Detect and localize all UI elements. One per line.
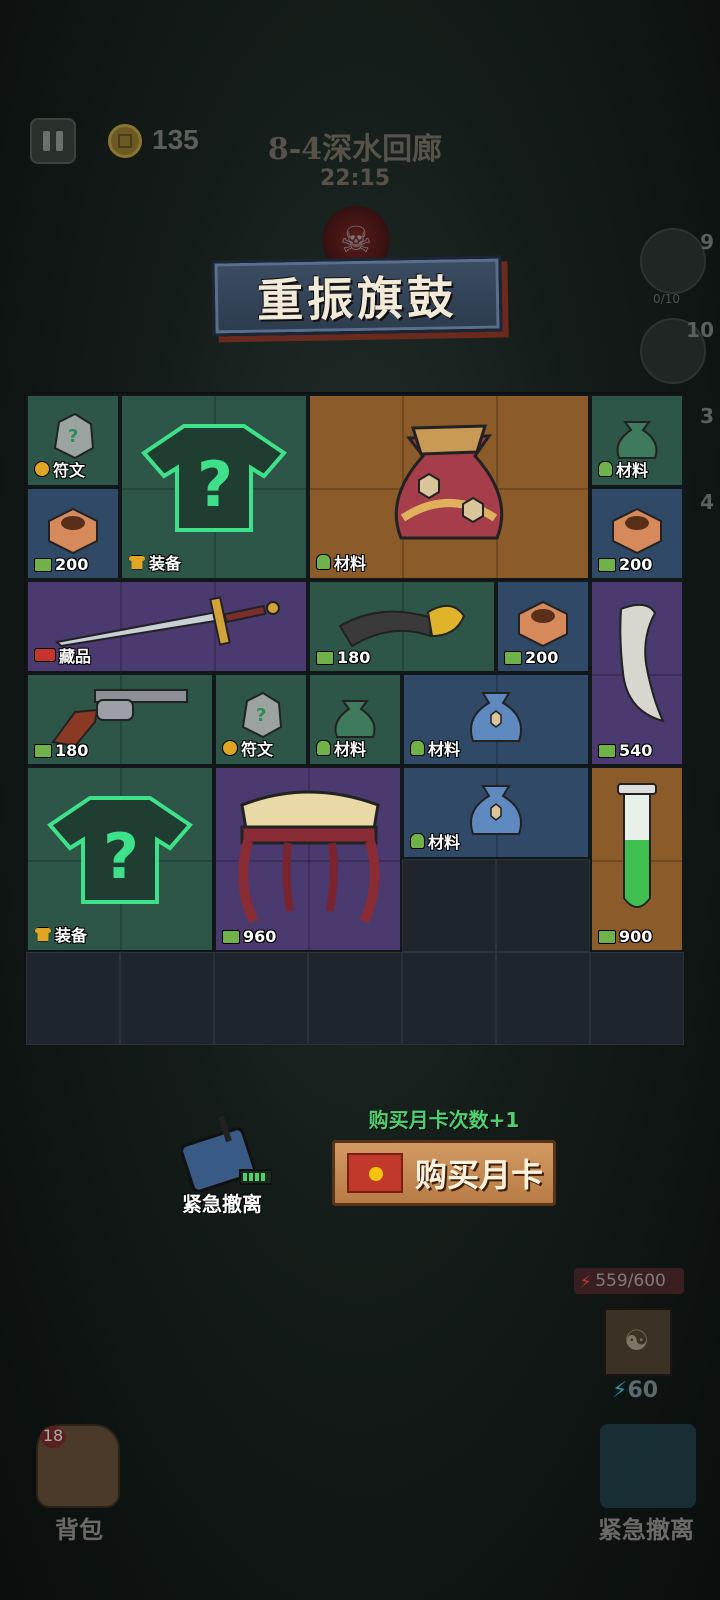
title-banner: 重振旗鼓 [211, 255, 503, 337]
coin-count: 135 [152, 124, 199, 155]
empty-cell[interactable] [496, 859, 590, 952]
cash-icon [598, 557, 616, 572]
empty-cell[interactable] [402, 859, 496, 952]
treasure-bag-icon [394, 424, 504, 540]
item-mystery-shirt-1[interactable]: ? 装备 [120, 394, 308, 580]
rune-stone-icon: ? [241, 691, 283, 739]
blue-bag-icon [470, 692, 522, 743]
item-blue-material-bag-1[interactable]: 材料 [402, 673, 590, 766]
copper-nut-icon [612, 507, 662, 555]
pause-button[interactable] [30, 118, 76, 164]
bag-icon [410, 833, 425, 849]
shirt-icon [34, 926, 52, 942]
cash-icon [222, 929, 240, 944]
emergency-evac-label: 紧急撤离 [182, 1192, 262, 1216]
cash-icon [34, 743, 52, 758]
skill-cost: ⚡60 [612, 1378, 659, 1403]
evac-corner-button[interactable] [600, 1424, 696, 1508]
item-green-material-bag-2[interactable]: 材料 [308, 673, 402, 766]
level-name: 8-4深水回廊 [267, 132, 443, 167]
envelope-icon [347, 1153, 403, 1193]
item-big-material-bag[interactable]: 材料 [308, 394, 590, 580]
shirt-icon [128, 554, 146, 570]
loot-grid: ? 符文 ? 装备 材料 材料 200 200 藏品 180 200 540 1… [24, 392, 684, 1045]
monthly-card-hint: 购买月卡次数+1 [368, 1108, 520, 1132]
copper-nut-icon [48, 507, 98, 555]
rune-icon [222, 740, 238, 756]
svg-text:?: ? [256, 705, 266, 726]
item-revolver[interactable]: 180 [26, 673, 214, 766]
svg-text:?: ? [103, 820, 139, 893]
side-slot-count-2: 10 [686, 318, 714, 342]
level-timer: 22:15 [319, 166, 391, 191]
weapon-slot-1[interactable] [640, 228, 706, 294]
item-sword[interactable]: 藏品 [26, 580, 308, 673]
cash-icon [598, 743, 616, 758]
empty-cell[interactable] [214, 952, 308, 1045]
energy-bar: ⚡ 559/600 [574, 1268, 684, 1294]
tusk-icon [619, 603, 665, 723]
empty-cell[interactable] [120, 952, 214, 1045]
rune-stone-icon: ? [53, 412, 95, 460]
lightning-icon: ⚡ [612, 1378, 628, 1403]
side-slot-count-3: 3 [700, 404, 714, 428]
cash-icon [34, 557, 52, 572]
copper-nut-icon [518, 600, 568, 648]
mystery-shirt-icon: ? [141, 423, 287, 532]
svg-text:?: ? [197, 448, 233, 521]
item-mystery-shirt-2[interactable]: ? 装备 [26, 766, 214, 952]
empty-cell[interactable] [26, 952, 120, 1045]
item-rune-stone[interactable]: ? 符文 [26, 394, 120, 487]
buy-monthly-card-label: 购买月卡 [415, 1156, 544, 1194]
empty-cell[interactable] [496, 952, 590, 1045]
stool-icon [238, 790, 380, 924]
green-bag-icon [616, 421, 658, 460]
item-green-material-bag-1[interactable]: 材料 [590, 394, 684, 487]
treasure-icon [34, 648, 56, 662]
curved-horn-icon [338, 605, 466, 648]
item-rune-stone-2[interactable]: ? 符文 [214, 673, 308, 766]
mystery-shirt-icon: ? [47, 795, 193, 904]
item-test-tube[interactable]: 900 [590, 766, 684, 952]
title-text: 重振旗鼓 [256, 270, 458, 328]
coin-icon [108, 124, 142, 158]
emergency-radio-icon[interactable] [176, 1112, 272, 1192]
svg-text:?: ? [68, 426, 78, 447]
evac-corner-label: 紧急撤离 [598, 1516, 694, 1544]
bag-icon [316, 554, 331, 570]
green-bag-icon [334, 700, 376, 739]
taichi-skill-button[interactable] [604, 1308, 672, 1376]
item-copper-nut-1[interactable]: 200 [26, 487, 120, 580]
energy-value: 559/600 [595, 1271, 666, 1291]
item-tusk[interactable]: 540 [590, 580, 684, 766]
revolver-icon [51, 689, 188, 748]
blue-bag-icon [470, 785, 522, 836]
backpack-count-badge: 18 [40, 1426, 66, 1448]
ammo-count: 0/10 [653, 292, 680, 306]
rune-icon [34, 461, 50, 477]
backpack-label: 背包 [55, 1516, 103, 1544]
cash-icon [316, 650, 334, 665]
item-copper-nut-3[interactable]: 200 [496, 580, 590, 673]
side-slot-count-1: 9 [700, 230, 714, 254]
bag-icon [598, 461, 613, 477]
lightning-icon: ⚡ [580, 1271, 592, 1291]
item-ornate-stool[interactable]: 960 [214, 766, 402, 952]
bag-icon [410, 740, 425, 756]
side-slot-count-4: 4 [700, 490, 714, 514]
bag-icon [316, 740, 331, 756]
empty-cell[interactable] [308, 952, 402, 1045]
buy-monthly-card-button[interactable]: 购买月卡 [332, 1140, 556, 1206]
cash-icon [504, 650, 522, 665]
item-blue-material-bag-2[interactable]: 材料 [402, 766, 590, 859]
cash-icon [598, 929, 616, 944]
item-curved-horn[interactable]: 180 [308, 580, 496, 673]
test-tube-icon [617, 782, 657, 908]
empty-cell[interactable] [590, 952, 684, 1045]
item-copper-nut-2[interactable]: 200 [590, 487, 684, 580]
empty-cell[interactable] [402, 952, 496, 1045]
